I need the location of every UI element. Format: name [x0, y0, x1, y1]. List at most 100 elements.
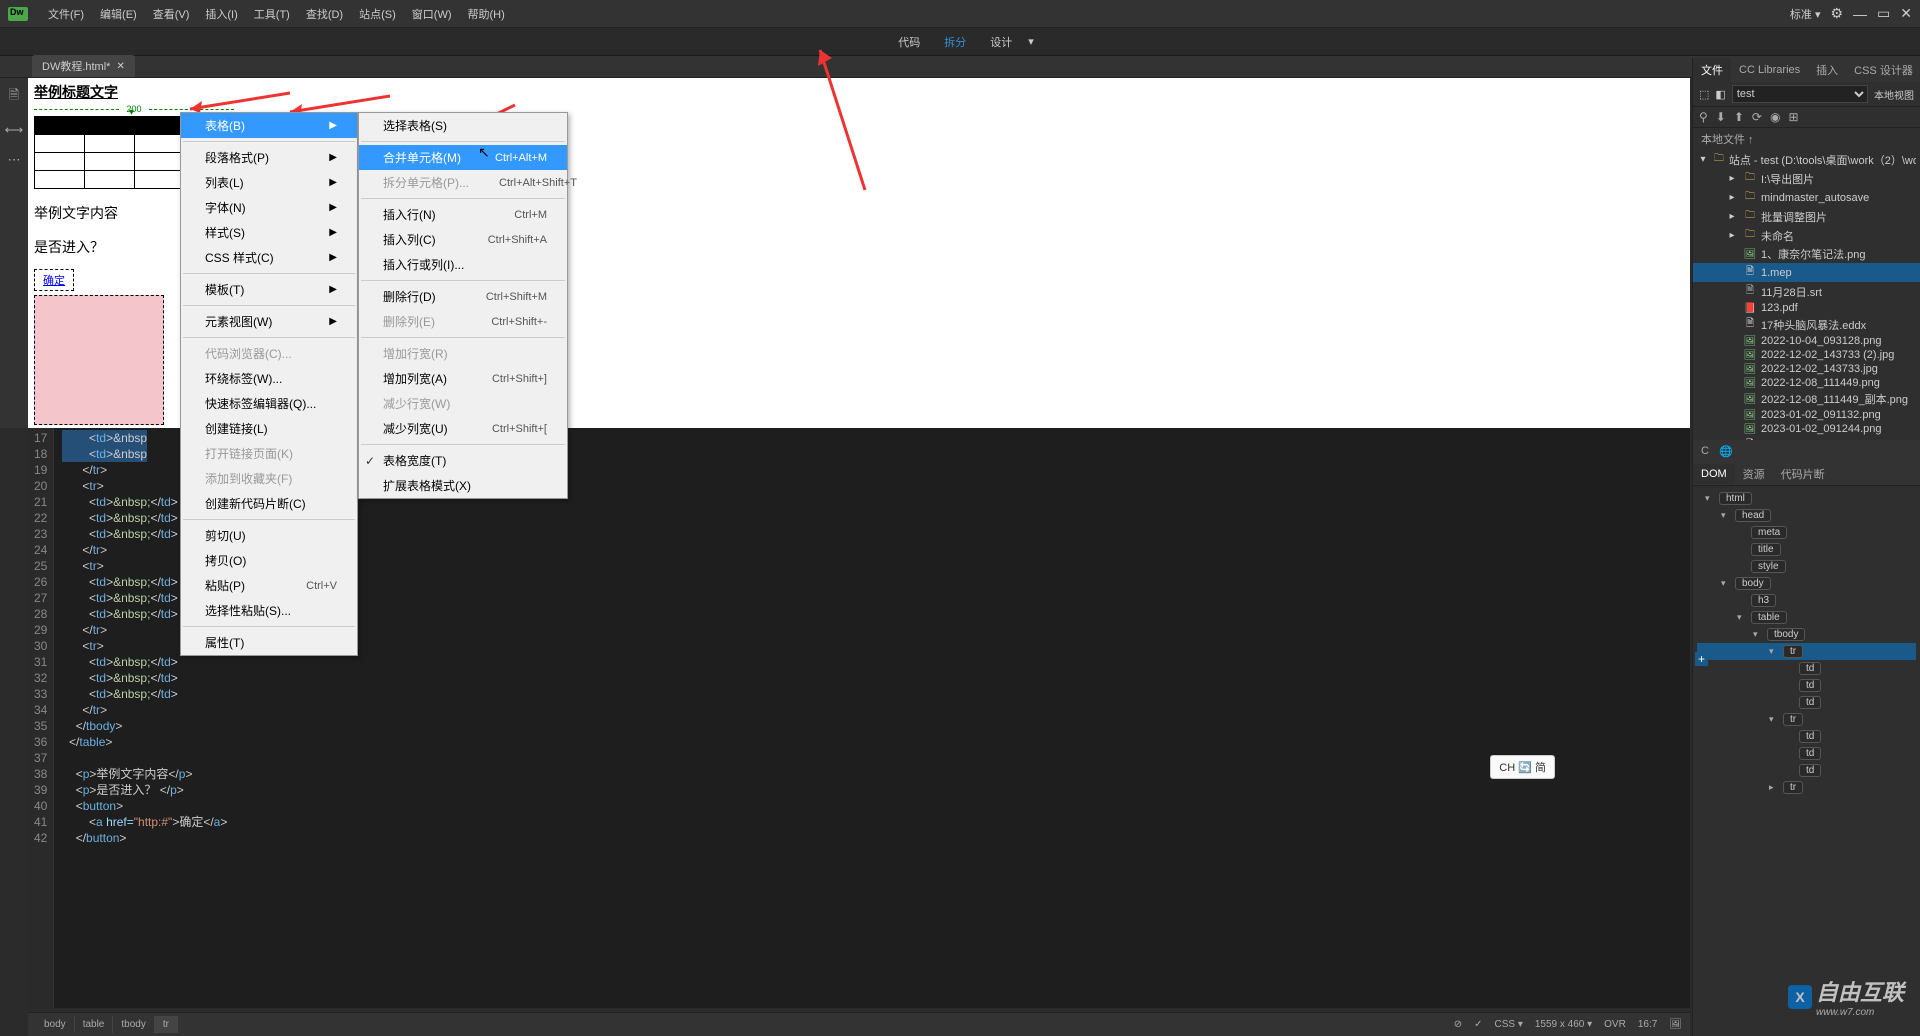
menu-site[interactable]: 站点(S): [351, 6, 404, 22]
site-dropdown[interactable]: test: [1732, 85, 1868, 103]
table-cell[interactable]: [84, 135, 134, 153]
dom-node-row[interactable]: title: [1697, 541, 1916, 558]
file-tree[interactable]: ▾ 🗀 站点 - test (D:\tools\桌面\work（2）\work …: [1693, 150, 1920, 440]
menu-help[interactable]: 帮助(H): [460, 6, 513, 22]
context-menu-item[interactable]: 列表(L)▶: [181, 170, 357, 195]
sync-icon[interactable]: ⚙: [1830, 5, 1843, 22]
file-tree-row[interactable]: ▸🗀未命名: [1693, 226, 1920, 245]
tool-expand-icon[interactable]: ⟷: [5, 122, 24, 138]
dom-node-row[interactable]: ▸tr: [1697, 779, 1916, 796]
tab-dom[interactable]: DOM: [1693, 464, 1735, 484]
file-tree-row[interactable]: 🖼2022-10-04_093128.png: [1693, 334, 1920, 348]
menu-edit[interactable]: 编辑(E): [92, 6, 145, 22]
breadcrumb-item[interactable]: body: [36, 1016, 75, 1033]
tab-assets[interactable]: 资源: [1735, 462, 1773, 486]
file-tree-row[interactable]: 🖼2022-12-08_111449.png: [1693, 376, 1920, 390]
get-icon[interactable]: ⬇: [1716, 110, 1726, 124]
document-tab-close-icon[interactable]: ✕: [116, 61, 124, 72]
dom-node-row[interactable]: td: [1697, 762, 1916, 779]
file-tree-row[interactable]: 📕123.pdf: [1693, 301, 1920, 315]
view-tab-design[interactable]: 设计: [978, 30, 1024, 54]
file-tree-row[interactable]: 🖼2022-12-02_143733 (2).jpg: [1693, 348, 1920, 362]
table-cell[interactable]: [84, 171, 134, 189]
expand-icon[interactable]: ◧: [1715, 88, 1725, 101]
file-tree-row[interactable]: 🖼2023-01-02_091244.png: [1693, 422, 1920, 436]
dom-node-row[interactable]: ▾tbody: [1697, 626, 1916, 643]
dom-node-row[interactable]: ▾head: [1697, 507, 1916, 524]
context-menu-item[interactable]: 创建链接(L): [181, 416, 357, 441]
dom-node-row[interactable]: td: [1697, 728, 1916, 745]
dom-node-row[interactable]: ▾tr: [1697, 643, 1916, 660]
context-menu-item[interactable]: 模板(T)▶: [181, 277, 357, 302]
chevron-right-icon[interactable]: ▸: [1725, 230, 1739, 241]
expand-panel-icon[interactable]: ⊞: [1788, 110, 1798, 124]
context-menu-item[interactable]: 快速标签编辑器(Q)...: [181, 391, 357, 416]
file-tree-row[interactable]: 🖼2023-01-02_091132.png: [1693, 408, 1920, 422]
design-button[interactable]: 确定: [34, 269, 74, 291]
context-menu-item[interactable]: 环绕标签(W)...: [181, 366, 357, 391]
dom-node-row[interactable]: ▾html: [1697, 490, 1916, 507]
connect-icon[interactable]: ⚲: [1699, 110, 1708, 124]
insert-mode[interactable]: OVR: [1604, 1019, 1626, 1030]
file-tree-row[interactable]: 🖼2022-12-02_143733.jpg: [1693, 362, 1920, 376]
dom-tree[interactable]: ▾html▾headmetatitlestyle▾bodyh3▾table▾tb…: [1693, 486, 1920, 1036]
table-cell[interactable]: [134, 135, 184, 153]
tab-snippets[interactable]: 代码片断: [1773, 462, 1833, 486]
refresh-icon[interactable]: C: [1701, 445, 1709, 457]
context-menu-item[interactable]: 插入列(C)Ctrl+Shift+A: [359, 227, 567, 252]
context-menu-item[interactable]: 段落格式(P)▶: [181, 145, 357, 170]
table-cell[interactable]: [35, 135, 85, 153]
viewport-size[interactable]: 1559 x 460 ▾: [1535, 1019, 1592, 1030]
close-icon[interactable]: ✕: [1900, 5, 1912, 22]
table-cell[interactable]: [134, 117, 184, 135]
document-tab[interactable]: DW教程.html* ✕: [32, 55, 135, 77]
dom-node-row[interactable]: td: [1697, 694, 1916, 711]
dom-node-row[interactable]: ▾body: [1697, 575, 1916, 592]
menu-find[interactable]: 查找(D): [298, 6, 351, 22]
context-menu-item[interactable]: 删除行(D)Ctrl+Shift+M: [359, 284, 567, 309]
context-menu-item[interactable]: 合并单元格(M)Ctrl+Alt+M: [359, 145, 567, 170]
table-cell[interactable]: [35, 171, 85, 189]
site-root[interactable]: ▾ 🗀 站点 - test (D:\tools\桌面\work（2）\work …: [1693, 150, 1920, 169]
context-menu-item[interactable]: 增加列宽(A)Ctrl+Shift+]: [359, 366, 567, 391]
file-tree-row[interactable]: 🗎1.mep: [1693, 263, 1920, 282]
context-menu-item[interactable]: 属性(T): [181, 630, 357, 655]
context-menu-item[interactable]: 选择性粘贴(S)...: [181, 598, 357, 623]
file-tree-row[interactable]: 🖼1、康奈尔笔记法.png: [1693, 245, 1920, 263]
chevron-right-icon[interactable]: ▸: [1725, 173, 1739, 184]
table-cell[interactable]: [134, 171, 184, 189]
menu-window[interactable]: 窗口(W): [404, 6, 460, 22]
context-menu-item[interactable]: 选择表格(S): [359, 113, 567, 138]
context-menu-item[interactable]: 插入行(N)Ctrl+M: [359, 202, 567, 227]
css-dropdown[interactable]: CSS ▾: [1495, 1019, 1523, 1030]
table-cell[interactable]: [84, 117, 134, 135]
context-menu-item[interactable]: 粘贴(P)Ctrl+V: [181, 573, 357, 598]
table-cell[interactable]: [84, 153, 134, 171]
html-valid-icon[interactable]: ✓: [1474, 1019, 1482, 1030]
tab-css-designer[interactable]: CSS 设计器: [1846, 58, 1920, 82]
context-menu-item[interactable]: 拷贝(O): [181, 548, 357, 573]
minimize-icon[interactable]: —: [1853, 6, 1867, 22]
context-menu-item[interactable]: ✓表格宽度(T): [359, 448, 567, 473]
context-menu-item[interactable]: 表格(B)▶: [181, 113, 357, 138]
view-tab-code[interactable]: 代码: [886, 30, 932, 54]
context-menu-item[interactable]: 扩展表格模式(X): [359, 473, 567, 498]
file-tree-row[interactable]: ▸🗀I:\导出图片: [1693, 169, 1920, 188]
view-dropdown[interactable]: 本地视图: [1874, 87, 1914, 102]
dom-node-row[interactable]: ▾table: [1697, 609, 1916, 626]
workspace-dropdown[interactable]: 标准 ▾: [1790, 6, 1821, 22]
put-icon[interactable]: ⬆: [1734, 110, 1744, 124]
dom-node-row[interactable]: ▾tr: [1697, 711, 1916, 728]
table-cell[interactable]: [134, 153, 184, 171]
chevron-right-icon[interactable]: ▸: [1725, 192, 1739, 203]
table-cell[interactable]: [35, 153, 85, 171]
file-tree-row[interactable]: 🗎17种头脑风暴法.eddx: [1693, 315, 1920, 334]
dom-add-icon[interactable]: +: [1695, 652, 1708, 666]
menu-file[interactable]: 文件(F): [40, 6, 92, 22]
errors-icon[interactable]: ⊘: [1454, 1019, 1462, 1030]
tool-more-icon[interactable]: ⋯: [8, 152, 21, 168]
table-cell[interactable]: [35, 117, 85, 135]
file-tree-row[interactable]: 🗎11月28日.srt: [1693, 282, 1920, 301]
dom-node-row[interactable]: td: [1697, 660, 1916, 677]
context-menu-item[interactable]: 创建新代码片断(C): [181, 491, 357, 516]
